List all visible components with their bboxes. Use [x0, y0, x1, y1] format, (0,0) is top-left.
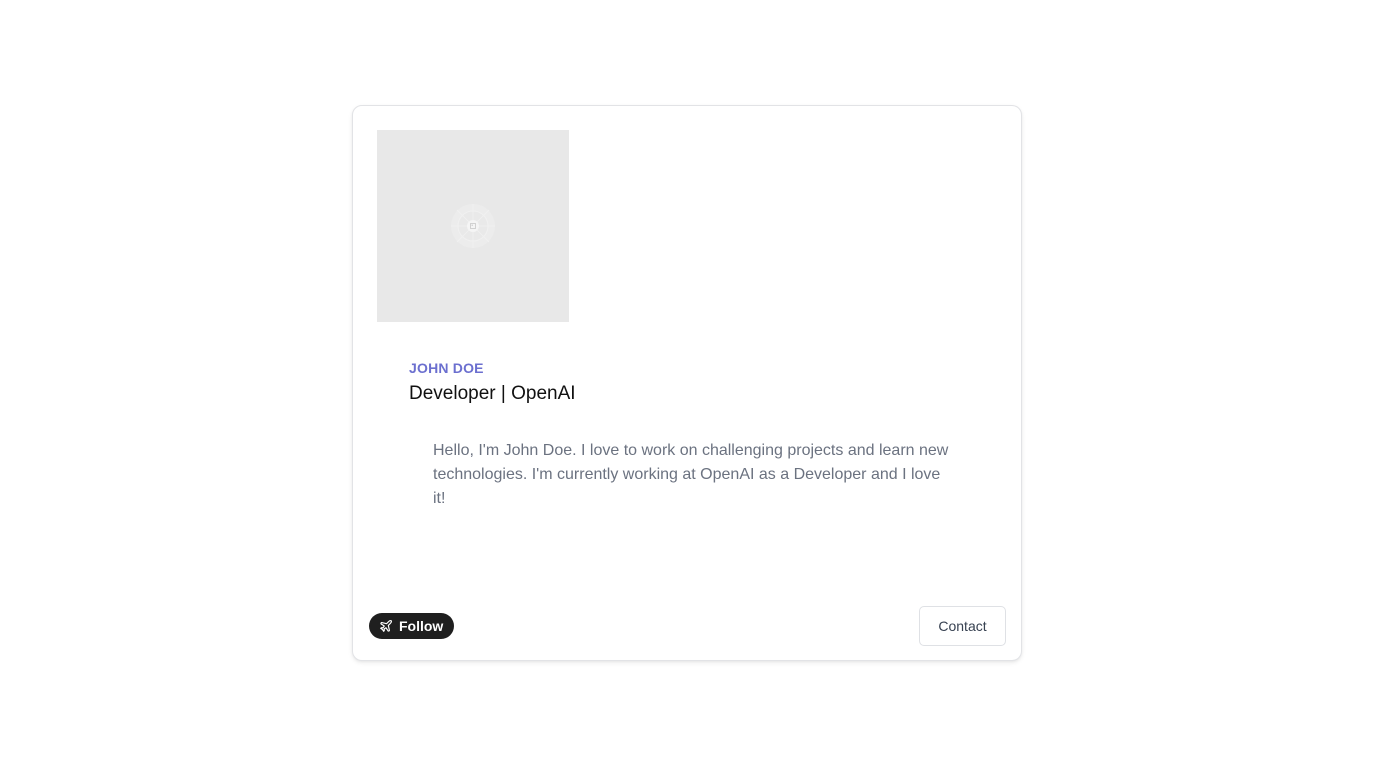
send-plane-icon: [380, 620, 392, 632]
profile-role: Developer | OpenAI: [409, 383, 576, 404]
profile-bio: Hello, I'm John Doe. I love to work on c…: [433, 442, 949, 507]
profile-name: JOHN DOE: [409, 360, 484, 376]
contact-button-label: Contact: [938, 618, 987, 634]
profile-card: JOHN DOE Developer | OpenAI Hello, I'm J…: [352, 105, 1022, 661]
image-placeholder-icon: [451, 204, 495, 248]
follow-button-label: Follow: [399, 618, 444, 634]
contact-button[interactable]: Contact: [919, 606, 1006, 646]
avatar-placeholder: [377, 130, 569, 322]
follow-button[interactable]: Follow: [369, 613, 455, 639]
